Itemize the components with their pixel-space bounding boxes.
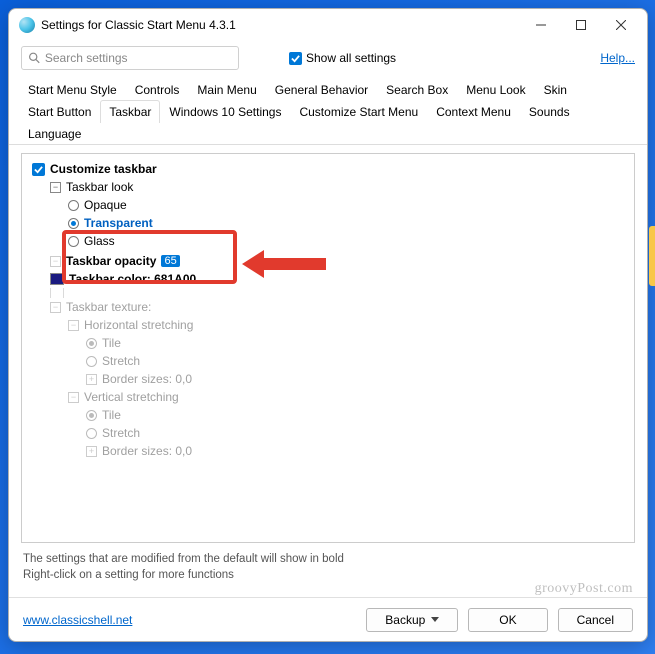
radio-icon xyxy=(68,200,79,211)
maximize-button[interactable] xyxy=(561,11,601,39)
footer-note: The settings that are modified from the … xyxy=(9,549,647,585)
radio-icon xyxy=(68,218,79,229)
tab-controls[interactable]: Controls xyxy=(126,78,189,101)
app-icon xyxy=(19,17,35,33)
minimize-button[interactable] xyxy=(521,11,561,39)
radio-icon xyxy=(68,236,79,247)
tab-context-menu[interactable]: Context Menu xyxy=(427,100,520,123)
watermark: groovyPost.com xyxy=(9,581,647,597)
search-wrap xyxy=(21,46,239,70)
search-row: Show all settings Help... xyxy=(9,41,647,75)
color-row[interactable]: Taskbar color: 681A00 xyxy=(50,270,624,288)
desktop-edge-icon xyxy=(649,226,655,286)
tab-customize-start-menu[interactable]: Customize Start Menu xyxy=(290,100,427,123)
collapse-icon: − xyxy=(68,392,79,403)
hstretch-row: −Horizontal stretching xyxy=(68,316,624,334)
backup-button[interactable]: Backup xyxy=(366,608,458,632)
tab-windows10[interactable]: Windows 10 Settings xyxy=(160,100,290,123)
h-tile-option: Tile xyxy=(86,334,624,352)
color-label: Taskbar color: 681A00 xyxy=(69,272,196,286)
transparent-option[interactable]: Transparent xyxy=(68,214,624,232)
website-link[interactable]: www.classicshell.net xyxy=(23,613,132,627)
color-swatch xyxy=(50,288,64,298)
tab-sounds[interactable]: Sounds xyxy=(520,100,579,123)
footer-bar: www.classicshell.net Backup OK Cancel xyxy=(9,597,647,641)
opacity-label: Taskbar opacity xyxy=(66,254,156,268)
tab-start-menu-style[interactable]: Start Menu Style xyxy=(19,78,126,101)
search-input[interactable] xyxy=(45,51,232,65)
v-stretch-option: Stretch xyxy=(86,424,624,442)
opaque-option[interactable]: Opaque xyxy=(68,196,624,214)
collapse-icon: − xyxy=(68,320,79,331)
tabs: Start Menu Style Controls Main Menu Gene… xyxy=(9,75,647,145)
radio-icon xyxy=(86,428,97,439)
tab-menu-look[interactable]: Menu Look xyxy=(457,78,534,101)
text-color-row[interactable] xyxy=(50,288,624,298)
tab-start-button[interactable]: Start Button xyxy=(19,100,100,123)
h-border-row: +Border sizes: 0,0 xyxy=(86,370,624,388)
tab-search-box[interactable]: Search Box xyxy=(377,78,457,101)
tab-main-menu[interactable]: Main Menu xyxy=(188,78,265,101)
settings-panel: Customize taskbar − Taskbar look Opaque … xyxy=(21,153,635,543)
taskbar-look-label: Taskbar look xyxy=(66,180,133,194)
v-border-row: +Border sizes: 0,0 xyxy=(86,442,624,460)
help-link[interactable]: Help... xyxy=(600,51,635,65)
ok-button[interactable]: OK xyxy=(468,608,547,632)
tab-general-behavior[interactable]: General Behavior xyxy=(266,78,377,101)
titlebar: Settings for Classic Start Menu 4.3.1 xyxy=(9,9,647,41)
texture-label: Taskbar texture: xyxy=(66,300,151,314)
tab-skin[interactable]: Skin xyxy=(535,78,576,101)
show-all-settings[interactable]: Show all settings xyxy=(289,51,396,65)
cancel-button[interactable]: Cancel xyxy=(558,608,633,632)
v-tile-option: Tile xyxy=(86,406,624,424)
checkbox-icon xyxy=(32,163,45,176)
customize-taskbar-label: Customize taskbar xyxy=(50,162,157,176)
radio-icon xyxy=(86,356,97,367)
settings-window: Settings for Classic Start Menu 4.3.1 Sh… xyxy=(8,8,648,642)
vstretch-row: −Vertical stretching xyxy=(68,388,624,406)
expand-icon: + xyxy=(86,446,97,457)
close-button[interactable] xyxy=(601,11,641,39)
opacity-value[interactable]: 65 xyxy=(161,255,179,267)
glass-option[interactable]: Glass xyxy=(68,232,624,250)
window-title: Settings for Classic Start Menu 4.3.1 xyxy=(41,18,236,32)
search-icon xyxy=(28,51,41,65)
collapse-icon: − xyxy=(50,302,61,313)
radio-icon xyxy=(86,338,97,349)
color-swatch[interactable] xyxy=(50,273,64,285)
collapse-icon[interactable]: − xyxy=(50,182,61,193)
taskbar-look-row[interactable]: − Taskbar look xyxy=(50,178,624,196)
chevron-down-icon xyxy=(431,617,439,622)
h-stretch-option: Stretch xyxy=(86,352,624,370)
customize-taskbar-row[interactable]: Customize taskbar xyxy=(32,160,624,178)
collapse-icon: − xyxy=(50,256,61,267)
opacity-row[interactable]: − Taskbar opacity 65 xyxy=(50,252,624,270)
tab-language[interactable]: Language xyxy=(19,122,90,145)
expand-icon: + xyxy=(86,374,97,385)
tab-taskbar[interactable]: Taskbar xyxy=(100,100,160,123)
checkbox-icon xyxy=(289,52,302,65)
texture-row[interactable]: − Taskbar texture: xyxy=(50,298,624,316)
show-all-label: Show all settings xyxy=(306,51,396,65)
radio-icon xyxy=(86,410,97,421)
